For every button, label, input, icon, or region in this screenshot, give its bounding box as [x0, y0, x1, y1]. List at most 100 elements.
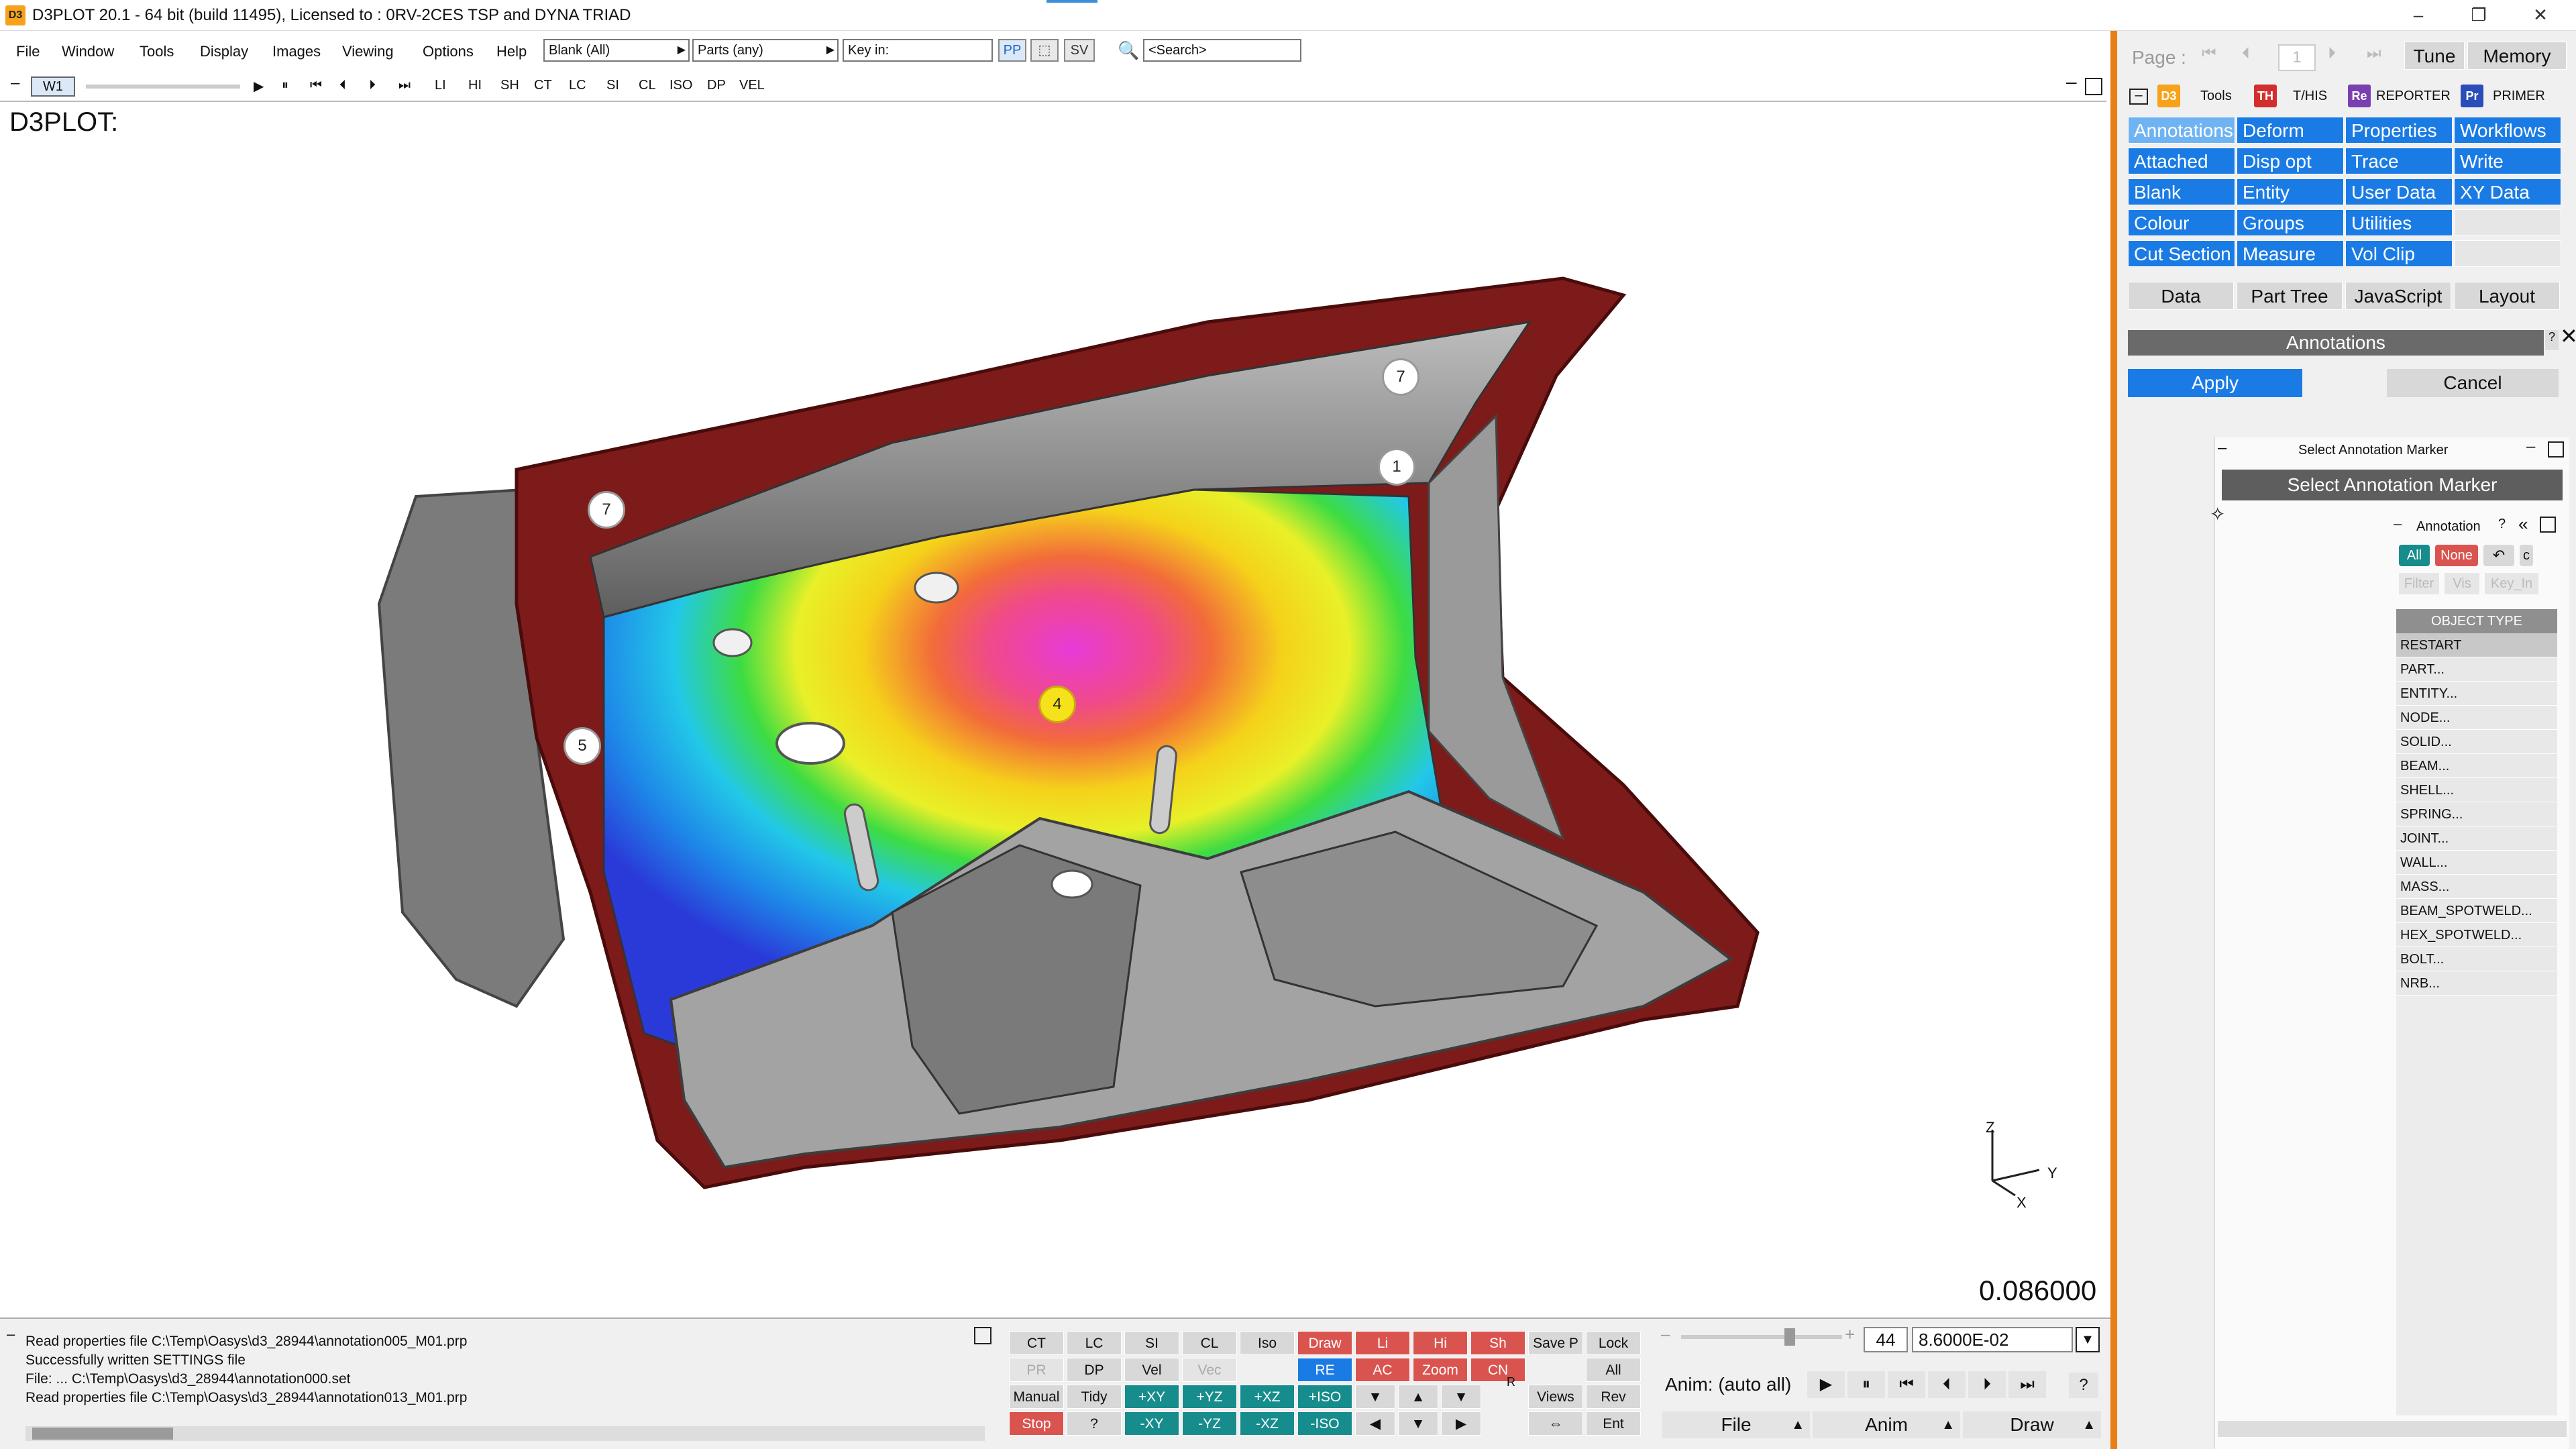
tool-trace[interactable]: Trace: [2345, 148, 2453, 174]
menu-options[interactable]: Options: [423, 43, 474, 60]
keyin-field[interactable]: Key in:: [843, 39, 993, 62]
prev-frame-icon[interactable]: ⏴: [339, 78, 346, 93]
rotate-down-icon[interactable]: ▼: [1398, 1411, 1438, 1436]
mode-li[interactable]: LI: [435, 78, 446, 93]
rotate-left-icon[interactable]: ◀: [1355, 1411, 1395, 1436]
pan-icon[interactable]: ⇔: [1528, 1411, 1583, 1436]
menu-viewing[interactable]: Viewing: [342, 43, 394, 60]
tab-javascript[interactable]: JavaScript: [2345, 282, 2451, 310]
ac-button[interactable]: AC: [1355, 1358, 1410, 1382]
close-button[interactable]: ✕: [2517, 3, 2564, 28]
lc-button[interactable]: LC: [1067, 1331, 1122, 1355]
pause-icon[interactable]: ⏸: [1847, 1371, 1885, 1398]
time-dropdown-icon[interactable]: ▼: [2076, 1327, 2100, 1352]
rev-button[interactable]: Rev: [1586, 1385, 1641, 1409]
tool-entity[interactable]: Entity: [2237, 178, 2344, 205]
zoom-in-icon[interactable]: +: [1845, 1324, 1855, 1345]
minus-xz-button[interactable]: -XZ: [1240, 1411, 1295, 1436]
minimize-viewport-icon[interactable]: –: [11, 74, 19, 93]
zoom-button[interactable]: Zoom: [1413, 1358, 1468, 1382]
parts-select[interactable]: Parts (any) ▶: [692, 39, 839, 62]
none-button[interactable]: None: [2435, 545, 2478, 566]
plus-iso-button[interactable]: +ISO: [1297, 1385, 1352, 1409]
mode-ct[interactable]: CT: [534, 78, 552, 93]
plus-yz-button[interactable]: +YZ: [1182, 1385, 1237, 1409]
rotate-down-left-icon[interactable]: ▼: [1355, 1385, 1395, 1409]
restore-button[interactable]: ❐: [2455, 3, 2502, 28]
object-type-item[interactable]: RESTART: [2396, 633, 2557, 657]
rotate-down-right-icon[interactable]: ▼: [1441, 1385, 1481, 1409]
help-icon[interactable]: ?: [2545, 330, 2559, 350]
ct-button[interactable]: CT: [1009, 1331, 1064, 1355]
si-button[interactable]: SI: [1124, 1331, 1179, 1355]
cancel-button[interactable]: Cancel: [2387, 369, 2559, 397]
speed-slider-thumb[interactable]: [1784, 1328, 1795, 1346]
resize-handle-icon[interactable]: ✧: [2210, 503, 2225, 525]
prev-page-icon[interactable]: ⏴: [2242, 44, 2250, 63]
close-panel-icon[interactable]: ✕: [2560, 323, 2576, 349]
tool-xy-data[interactable]: XY Data: [2454, 178, 2561, 205]
frame-number-input[interactable]: 44: [1864, 1327, 1908, 1352]
object-type-item[interactable]: NRB...: [2396, 971, 2557, 996]
tool-write[interactable]: Write: [2454, 148, 2561, 174]
collapse-icon[interactable]: –: [2218, 439, 2226, 458]
sh-button[interactable]: Sh: [1470, 1331, 1525, 1355]
tool-colour[interactable]: Colour: [2128, 209, 2235, 236]
time-input[interactable]: 8.6000E-02: [1912, 1327, 2073, 1352]
minimize-subwindow-icon[interactable]: –: [2526, 437, 2535, 456]
draw-menu-button[interactable]: Draw ▲: [1963, 1411, 2101, 1438]
object-type-item[interactable]: HEX_SPOTWELD...: [2396, 923, 2557, 947]
object-type-item[interactable]: PART...: [2396, 657, 2557, 682]
pp-button[interactable]: PP: [998, 39, 1026, 62]
tool-annotations[interactable]: Annotations: [2128, 117, 2235, 144]
save-p-button[interactable]: Save P: [1528, 1331, 1583, 1355]
vec-button[interactable]: Vec: [1182, 1358, 1237, 1382]
tab-this[interactable]: T/HIS: [2293, 83, 2327, 109]
manual-button[interactable]: Manual: [1009, 1385, 1064, 1409]
memory-button[interactable]: Memory: [2467, 42, 2567, 70]
help-button[interactable]: ?: [1067, 1411, 1122, 1436]
tool-attached[interactable]: Attached: [2128, 148, 2235, 174]
menu-file[interactable]: File: [16, 43, 40, 60]
maximize-subwindow-icon[interactable]: [2548, 441, 2564, 458]
tool-cut-section[interactable]: Cut Section: [2128, 240, 2235, 267]
tab-reporter[interactable]: REPORTER: [2376, 83, 2451, 109]
tab-primer[interactable]: PRIMER: [2493, 83, 2545, 109]
mode-sh[interactable]: SH: [500, 78, 519, 93]
tool-workflows[interactable]: Workflows: [2454, 117, 2561, 144]
minus-xy-button[interactable]: -XY: [1124, 1411, 1179, 1436]
rotate-right-icon[interactable]: ▶: [1441, 1411, 1481, 1436]
anim-menu-button[interactable]: Anim ▲: [1813, 1411, 1960, 1438]
speed-slider[interactable]: [1681, 1335, 1842, 1339]
annotation-marker[interactable]: 5: [564, 727, 601, 765]
select-marker-button[interactable]: Select Annotation Marker: [2222, 470, 2563, 500]
apply-button[interactable]: Apply: [2128, 369, 2302, 397]
re-button[interactable]: RE: [1297, 1358, 1352, 1382]
tab-part-tree[interactable]: Part Tree: [2237, 282, 2343, 310]
mode-si[interactable]: SI: [606, 78, 619, 93]
play-icon[interactable]: ▶: [254, 78, 264, 95]
vis-button[interactable]: Vis: [2445, 573, 2479, 594]
next-frame-icon[interactable]: ⏵: [369, 78, 376, 93]
collapse-annotation-icon[interactable]: –: [2394, 515, 2402, 533]
object-type-item[interactable]: JOINT...: [2396, 826, 2557, 851]
menu-help[interactable]: Help: [496, 43, 527, 60]
ent-button[interactable]: Ent: [1586, 1411, 1641, 1436]
tool-deform[interactable]: Deform: [2237, 117, 2344, 144]
page-number-input[interactable]: 1: [2278, 44, 2316, 71]
menu-images[interactable]: Images: [272, 43, 321, 60]
annotation-marker[interactable]: 1: [1378, 448, 1415, 486]
tune-button[interactable]: Tune: [2404, 42, 2465, 70]
window-tab-w1[interactable]: W1: [31, 76, 75, 97]
maximize-annotation-icon[interactable]: [2540, 517, 2556, 533]
object-type-item[interactable]: SPRING...: [2396, 802, 2557, 826]
plus-xy-button[interactable]: +XY: [1124, 1385, 1179, 1409]
annotation-marker[interactable]: 4: [1038, 686, 1076, 723]
zoom-out-icon[interactable]: –: [1661, 1326, 1670, 1344]
plus-xz-button[interactable]: +XZ: [1240, 1385, 1295, 1409]
next-page-icon[interactable]: ⏵: [2328, 44, 2336, 63]
dp-button[interactable]: DP: [1067, 1358, 1122, 1382]
tool-groups[interactable]: Groups: [2237, 209, 2344, 236]
mode-hi[interactable]: HI: [468, 78, 482, 93]
collapse-log-icon[interactable]: –: [7, 1326, 15, 1343]
